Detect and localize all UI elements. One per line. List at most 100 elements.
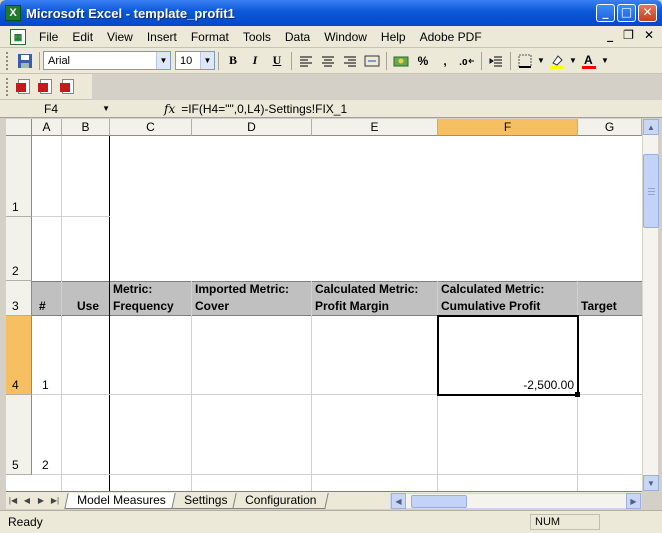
menu-insert[interactable]: Insert <box>140 27 184 47</box>
toolbar-grip[interactable] <box>6 77 10 96</box>
header-cell-use[interactable]: Use <box>74 298 99 315</box>
column-header-g[interactable]: G <box>578 119 642 136</box>
save-icon[interactable] <box>14 51 36 71</box>
doc-close-button[interactable]: ✕ <box>644 28 654 42</box>
column-header-d[interactable]: D <box>192 119 312 136</box>
chevron-down-icon[interactable]: ▼ <box>200 52 214 69</box>
header-cell-profit-margin[interactable]: Calculated Metric: Profit Margin <box>312 281 418 315</box>
sheet-tab-model-measures[interactable]: Model Measures <box>64 492 179 509</box>
formula-input[interactable]: =IF(H4="",0,L4)-Settings!FIX_1 <box>181 102 347 116</box>
menu-adobe-pdf[interactable]: Adobe PDF <box>413 27 489 47</box>
convert-and-review-pdf-icon[interactable] <box>60 78 78 96</box>
chevron-down-icon[interactable]: ▼ <box>102 104 110 113</box>
column-header-c[interactable]: C <box>110 119 192 136</box>
name-box[interactable]: F4 ▼ <box>4 101 114 117</box>
title-bar: X Microsoft Excel - template_profit1 _ □… <box>0 0 662 26</box>
header-cell-number[interactable]: # <box>36 298 46 315</box>
horizontal-scroll-thumb[interactable] <box>411 495 467 508</box>
font-name-combo[interactable]: Arial ▼ <box>43 51 171 70</box>
num-lock-indicator: NUM <box>530 514 600 530</box>
doc-minimize-button[interactable]: _ <box>607 28 613 42</box>
vertical-scroll-thumb[interactable] <box>643 154 659 228</box>
italic-button[interactable]: I <box>244 51 266 71</box>
toolbar-grip[interactable] <box>6 51 10 70</box>
minimize-button[interactable]: _ <box>596 4 615 22</box>
row-header-3[interactable]: 3 <box>6 281 32 316</box>
font-name-value: Arial <box>48 54 71 67</box>
chevron-down-icon[interactable]: ▼ <box>156 52 170 69</box>
row-header-2[interactable]: 2 <box>6 217 32 281</box>
scroll-left-icon[interactable]: ◀ <box>391 493 406 509</box>
menu-window[interactable]: Window <box>317 27 374 47</box>
horizontal-scrollbar[interactable]: ◀ ▶ <box>390 493 642 509</box>
bold-button[interactable]: B <box>222 51 244 71</box>
currency-icon[interactable] <box>390 51 412 71</box>
select-all-button[interactable] <box>6 119 32 136</box>
cell-a4[interactable]: 1 <box>42 378 49 392</box>
increase-decimal-icon[interactable]: .0 <box>456 51 478 71</box>
first-sheet-icon[interactable]: |◀ <box>6 496 20 505</box>
menu-data[interactable]: Data <box>278 27 317 47</box>
align-left-icon[interactable] <box>295 51 317 71</box>
merge-center-icon[interactable] <box>361 51 383 71</box>
header-cell-calc1-line1: Calculated Metric: <box>315 282 419 296</box>
excel-app-icon: X <box>5 5 21 21</box>
column-header-b[interactable]: B <box>62 119 110 136</box>
sheet-tab-settings[interactable]: Settings <box>171 492 240 509</box>
header-cell-target[interactable]: Target <box>578 298 617 315</box>
borders-icon[interactable] <box>514 51 536 71</box>
menu-edit[interactable]: Edit <box>65 27 100 47</box>
header-cell-metric[interactable]: Metric: Frequency <box>110 281 174 315</box>
menu-view[interactable]: View <box>100 27 140 47</box>
column-header-e[interactable]: E <box>312 119 438 136</box>
font-color-icon[interactable]: A <box>578 51 600 71</box>
column-header-a[interactable]: A <box>32 119 62 136</box>
worksheet-grid[interactable]: A B C D E F G 1 2 3 4 5 # Use Metric: Fr… <box>6 119 642 491</box>
svg-text:A: A <box>584 53 593 67</box>
chevron-down-icon[interactable]: ▼ <box>568 51 578 71</box>
last-sheet-icon[interactable]: ▶| <box>48 496 62 505</box>
cell-a5[interactable]: 2 <box>42 458 49 472</box>
header-cell-imported-line2: Cover <box>195 299 230 313</box>
chevron-down-icon[interactable]: ▼ <box>600 51 610 71</box>
align-right-icon[interactable] <box>339 51 361 71</box>
underline-button[interactable]: U <box>266 51 288 71</box>
row-header-4[interactable]: 4 <box>6 316 32 395</box>
row-header-5[interactable]: 5 <box>6 395 32 475</box>
insert-function-button[interactable]: fx <box>164 102 175 116</box>
menu-help[interactable]: Help <box>374 27 413 47</box>
menu-file[interactable]: File <box>32 27 65 47</box>
align-center-icon[interactable] <box>317 51 339 71</box>
convert-to-pdf-icon[interactable] <box>16 78 34 96</box>
scroll-down-icon[interactable]: ▼ <box>643 475 659 491</box>
header-cell-metric-line1: Metric: <box>113 282 153 296</box>
menu-bar: ▦ File Edit View Insert Format Tools Dat… <box>0 26 662 48</box>
workbook-icon[interactable]: ▦ <box>10 28 26 45</box>
menu-format[interactable]: Format <box>184 27 236 47</box>
sheet-tab-configuration[interactable]: Configuration <box>232 492 330 509</box>
percent-button[interactable]: % <box>412 51 434 71</box>
header-cell-imported-metric[interactable]: Imported Metric: Cover <box>192 281 289 315</box>
menu-tools[interactable]: Tools <box>236 27 278 47</box>
font-size-combo[interactable]: 10 ▼ <box>175 51 215 70</box>
fill-color-icon[interactable] <box>546 51 568 71</box>
previous-sheet-icon[interactable]: ◀ <box>20 496 34 505</box>
cell-f4-value[interactable]: -2,500.00 <box>438 378 574 392</box>
formula-bar: F4 ▼ fx =IF(H4="",0,L4)-Settings!FIX_1 <box>0 100 662 118</box>
chevron-down-icon[interactable]: ▼ <box>536 51 546 71</box>
comma-style-button[interactable]: , <box>434 51 456 71</box>
row-header-1[interactable]: 1 <box>6 136 32 217</box>
header-cell-calc1-line2: Profit Margin <box>315 299 389 313</box>
fill-handle[interactable] <box>575 392 580 397</box>
close-button[interactable]: ✕ <box>638 4 657 22</box>
scroll-up-icon[interactable]: ▲ <box>643 119 659 135</box>
convert-and-email-pdf-icon[interactable] <box>38 78 56 96</box>
maximize-button[interactable]: □ <box>617 4 636 22</box>
header-cell-cumulative-profit[interactable]: Calculated Metric: Cumulative Profit <box>438 281 544 315</box>
doc-restore-button[interactable]: ❐ <box>623 28 634 42</box>
next-sheet-icon[interactable]: ▶ <box>34 496 48 505</box>
decrease-indent-icon[interactable] <box>485 51 507 71</box>
vertical-scrollbar[interactable]: ▲ ▼ <box>642 119 659 491</box>
scroll-right-icon[interactable]: ▶ <box>626 493 641 509</box>
column-header-f[interactable]: F <box>438 119 578 136</box>
